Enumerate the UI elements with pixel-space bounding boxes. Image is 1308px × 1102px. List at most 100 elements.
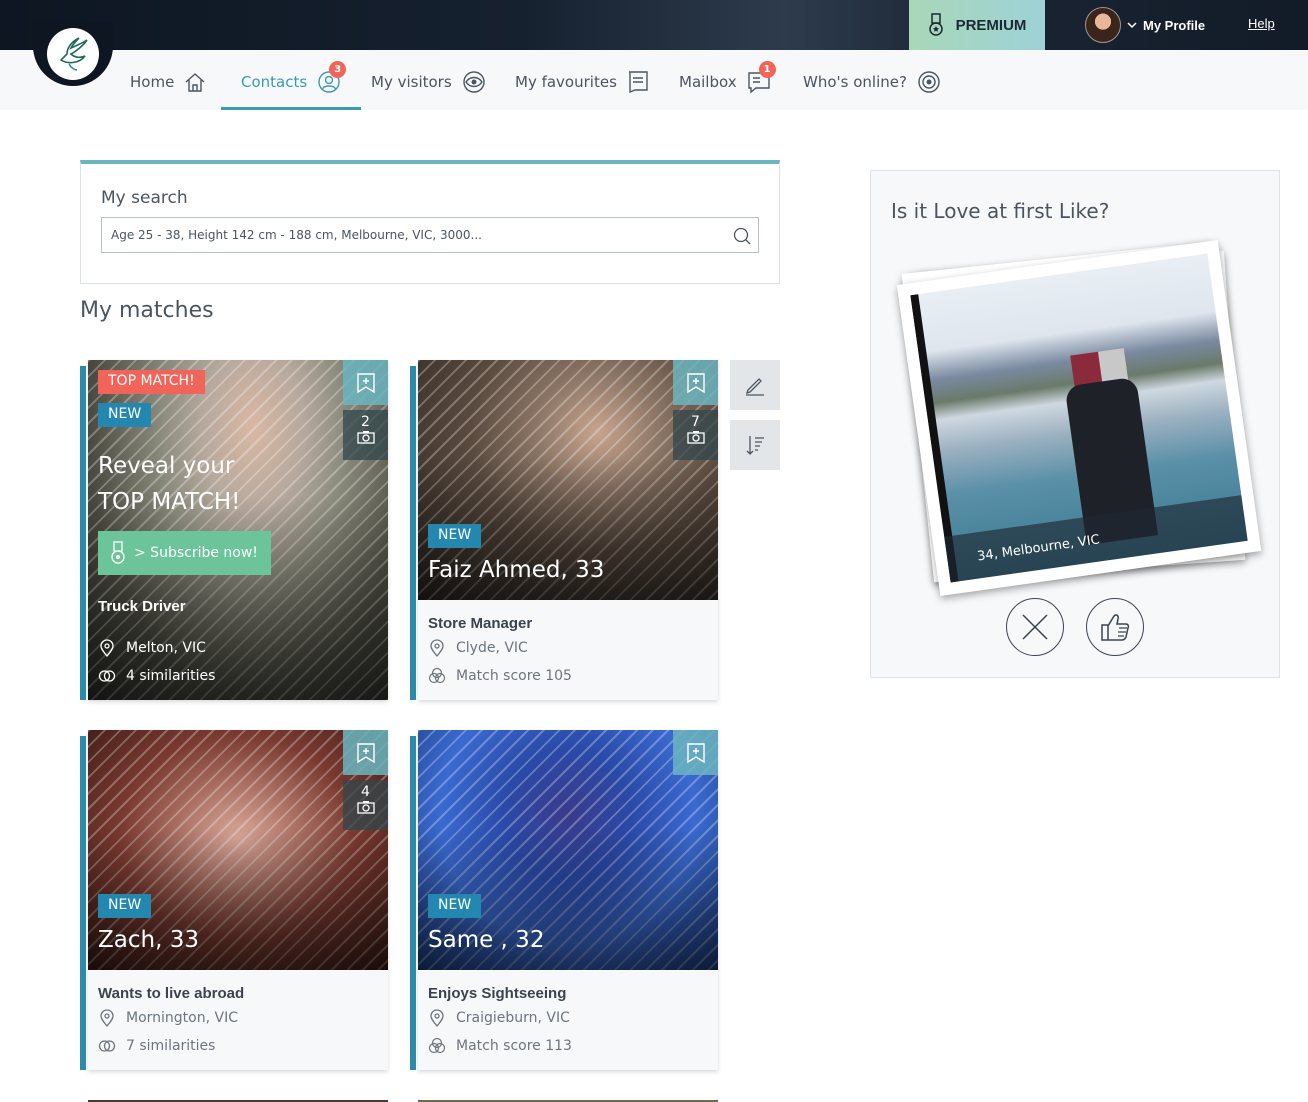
logo[interactable] — [47, 28, 99, 80]
sort-button[interactable] — [730, 420, 780, 470]
nav-home[interactable]: Home — [130, 50, 206, 110]
photo-count: 2 — [361, 414, 370, 430]
subscribe-label: > Subscribe now! — [134, 545, 258, 561]
location-pin-icon — [430, 639, 444, 657]
bookmark-plus-icon — [686, 372, 705, 393]
medal-icon — [928, 13, 943, 36]
pencil-icon — [745, 378, 764, 396]
nav-whos-online[interactable]: Who's online? — [803, 50, 941, 110]
my-profile-menu[interactable]: My Profile — [1085, 7, 1205, 43]
premium-label: PREMIUM — [955, 16, 1027, 34]
camera-icon — [356, 801, 375, 814]
help-link[interactable]: Help — [1248, 16, 1275, 31]
occupation: Store Manager — [428, 613, 708, 632]
location-pin-icon — [100, 1009, 114, 1027]
eye-icon — [462, 71, 485, 93]
new-badge: NEW — [428, 894, 482, 918]
nav-my-favourites-label: My favourites — [515, 73, 617, 91]
similarities-row: 4 similarities — [98, 667, 215, 685]
mailbox-badge: 1 — [758, 61, 776, 78]
my-matches-title: My matches — [80, 298, 214, 323]
nav-mailbox[interactable]: Mailbox 1 — [679, 50, 776, 110]
top-match-badge: TOP MATCH! — [98, 370, 205, 394]
bookmark-plus-icon — [356, 372, 375, 393]
location: Melton, VIC — [126, 640, 206, 656]
match-score-icon — [428, 1037, 446, 1054]
camera-icon — [686, 431, 705, 444]
match-score: Match score 105 — [456, 668, 572, 684]
match-score-row: Match score 105 — [428, 667, 572, 685]
card-accent-stripe — [80, 736, 86, 1070]
location: Craigieburn, VIC — [456, 1010, 570, 1026]
thumbs-up-icon — [1101, 614, 1130, 641]
occupation-text: Enjoys Sightseeing — [428, 985, 567, 1002]
bookmark-add-button[interactable] — [343, 360, 388, 405]
similarities-icon — [98, 1040, 116, 1052]
nav-contacts-label: Contacts — [241, 73, 308, 91]
like-photo-card[interactable]: 34, Melbourne, VIC — [896, 239, 1262, 597]
photo-count-button[interactable]: 4 — [343, 780, 388, 830]
bookmark-add-button[interactable] — [673, 730, 718, 775]
bird-logo-icon — [59, 37, 88, 71]
love-at-first-like-panel: Is it Love at first Like? 34, Melbourne,… — [870, 170, 1280, 678]
occupation-text: Store Manager — [428, 615, 533, 632]
dislike-button[interactable] — [1006, 598, 1064, 656]
match-card[interactable]: 4 NEW Zach, 33 Wants to live abroad Morn… — [80, 730, 388, 1070]
reveal-line-1: Reveal your — [98, 453, 235, 479]
photo-count: 4 — [361, 784, 370, 800]
location-row: Melton, VIC — [98, 639, 206, 657]
like-photo: 34, Melbourne, VIC — [910, 253, 1248, 583]
match-name[interactable]: Zach, 33 — [98, 927, 199, 953]
nav-contacts[interactable]: Contacts 3 — [220, 50, 362, 110]
bookmark-plus-icon — [356, 742, 375, 763]
match-name[interactable]: Faiz Ahmed, 33 — [428, 557, 604, 583]
match-score-row: Match score 113 — [428, 1037, 572, 1055]
my-search-title: My search — [101, 188, 188, 208]
subscribe-button[interactable]: > Subscribe now! — [98, 531, 271, 575]
my-search-panel: My search — [80, 160, 780, 284]
like-button[interactable] — [1086, 598, 1144, 656]
similarities: 7 similarities — [126, 1038, 216, 1054]
location-pin-icon — [100, 639, 114, 657]
location: Clyde, VIC — [456, 640, 528, 656]
bookmark-add-button[interactable] — [673, 360, 718, 405]
location-row: Craigieburn, VIC — [428, 1009, 570, 1027]
card-accent-stripe — [410, 366, 416, 700]
photo-count-button[interactable]: 7 — [673, 410, 718, 460]
similarities-icon — [98, 670, 116, 682]
chevron-down-icon — [1127, 22, 1137, 29]
edit-search-button[interactable] — [730, 360, 780, 410]
home-icon — [185, 73, 205, 92]
occupation: Enjoys Sightseeing — [428, 983, 708, 1002]
similarities: 4 similarities — [126, 668, 216, 684]
match-score-icon — [428, 667, 446, 684]
online-icon — [918, 71, 940, 93]
match-card[interactable]: 7 NEW Faiz Ahmed, 33 Store Manager Clyde… — [410, 360, 718, 700]
match-score: Match score 113 — [456, 1038, 572, 1054]
love-title: Is it Love at first Like? — [891, 199, 1110, 223]
close-icon — [1022, 614, 1048, 640]
search-icon[interactable] — [733, 227, 751, 245]
photo-count-button[interactable]: 2 — [343, 410, 388, 460]
location-pin-icon — [430, 1009, 444, 1027]
card-accent-stripe — [80, 366, 86, 700]
nav-my-favourites[interactable]: My favourites — [515, 50, 649, 110]
sort-icon — [746, 436, 764, 455]
match-name[interactable]: Same , 32 — [428, 927, 544, 953]
match-card-top[interactable]: TOP MATCH! NEW 2 Reveal your TOP MATCH! … — [80, 360, 388, 700]
nav-home-label: Home — [130, 73, 175, 91]
match-card[interactable]: NEW Same , 32 Enjoys Sightseeing Craigie… — [410, 730, 718, 1070]
bookmark-add-button[interactable] — [343, 730, 388, 775]
avatar[interactable] — [1085, 7, 1121, 43]
new-badge: NEW — [98, 403, 152, 427]
bookmark-plus-icon — [686, 742, 705, 763]
medal-icon — [111, 541, 125, 564]
nav-my-visitors[interactable]: My visitors — [371, 50, 486, 110]
nav-my-visitors-label: My visitors — [371, 73, 452, 91]
card-accent-stripe — [410, 736, 416, 1070]
location-row: Clyde, VIC — [428, 639, 528, 657]
similarities-row: 7 similarities — [98, 1037, 215, 1055]
premium-button[interactable]: PREMIUM — [909, 0, 1045, 50]
reveal-text: Reveal your TOP MATCH! — [98, 448, 240, 520]
search-input[interactable] — [101, 217, 759, 253]
